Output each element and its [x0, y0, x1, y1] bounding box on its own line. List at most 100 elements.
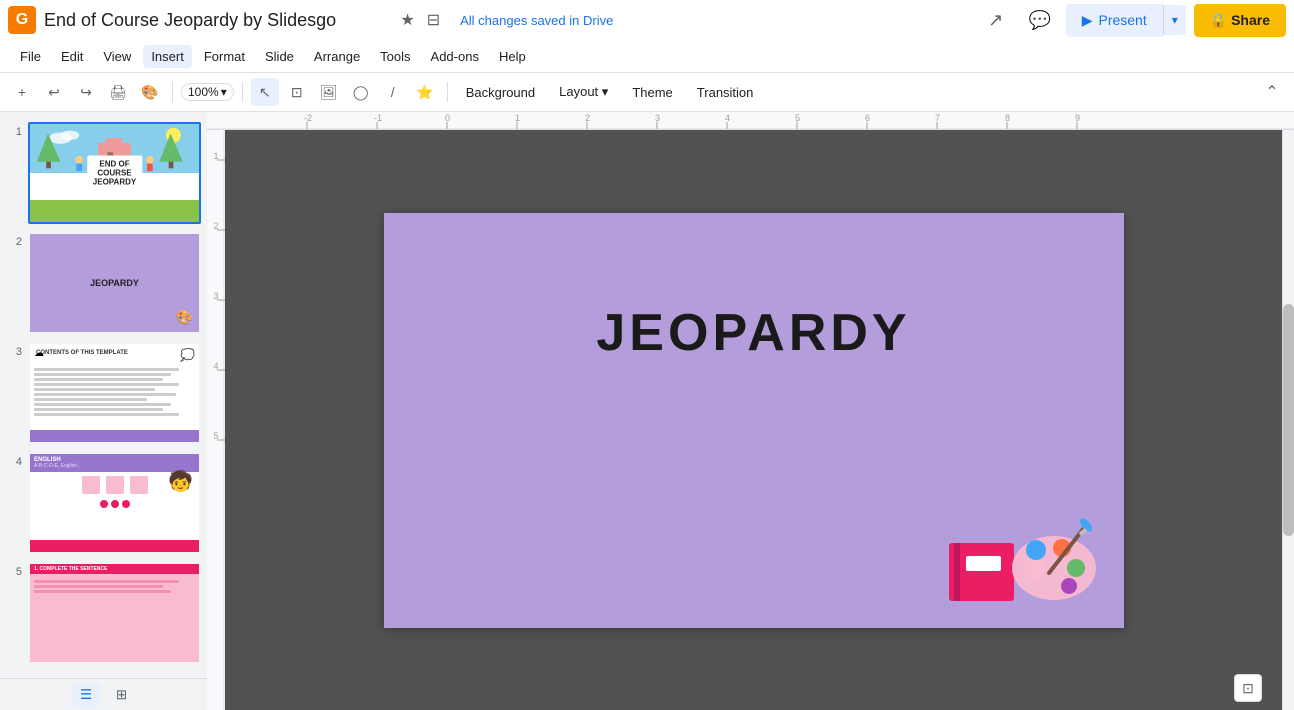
toolbar: + ↩ ↪ 🖨 🎨 100% ▾ ↖ ⊡ 🖼 ◯ / ⭐ Background … — [0, 72, 1294, 112]
menu-slide[interactable]: Slide — [257, 45, 302, 68]
present-btn-group: ▶ Present ▾ — [1066, 4, 1186, 37]
print-button[interactable]: 🖨 — [104, 78, 132, 106]
right-scrollbar[interactable] — [1282, 130, 1294, 710]
slide-canvas[interactable]: JEOPARDY — [384, 213, 1124, 628]
star-insert-button[interactable]: ⭐ — [411, 78, 439, 106]
slideshow-icon: ▶ — [1082, 12, 1093, 29]
present-label: Present — [1098, 12, 1146, 28]
toolbar-divider-2 — [242, 82, 243, 102]
svg-text:3: 3 — [655, 113, 660, 123]
share-button[interactable]: 🔒 Share — [1194, 4, 1286, 37]
slide2-thumb-title: JEOPARDY — [90, 278, 139, 288]
slide-item-3[interactable]: 3 CONTENTS OF THIS TEMPLATE 💭 ☁ — [4, 340, 203, 446]
menu-edit[interactable]: Edit — [53, 45, 91, 68]
slide-item-4[interactable]: 4 ENGLISH A-B-C-D-E, English... — [4, 450, 203, 556]
slide-list: 1 — [0, 112, 207, 678]
slide-thumb-5[interactable]: 1. COMPLETE THE SENTENCE — [28, 562, 201, 664]
image-button[interactable]: 🖼 — [315, 78, 343, 106]
svg-text:2: 2 — [213, 221, 218, 231]
transition-button[interactable]: Transition — [687, 81, 764, 104]
slide-number-2: 2 — [6, 236, 22, 248]
slide-main-title[interactable]: JEOPARDY — [596, 303, 910, 363]
menu-tools[interactable]: Tools — [372, 45, 418, 68]
zoom-control[interactable]: 100% ▾ — [181, 83, 234, 101]
zoom-value: 100% — [188, 85, 219, 99]
list-view-button[interactable]: ☰ — [72, 683, 100, 707]
header-right: ↗ 💬 ▶ Present ▾ 🔒 Share — [978, 2, 1286, 38]
present-dropdown-button[interactable]: ▾ — [1163, 5, 1186, 35]
art-decoration — [944, 508, 1104, 608]
layout-label: Layout — [559, 84, 598, 99]
activity-button[interactable]: ↗ — [978, 2, 1014, 38]
center-area: -2 -1 0 1 2 3 4 5 6 7 8 — [207, 112, 1294, 710]
slide-number-4: 4 — [6, 456, 22, 468]
textbox-button[interactable]: ⊡ — [283, 78, 311, 106]
slide1-title-text: END OFCOURSEJEOPARDY — [87, 156, 142, 191]
svg-text:7: 7 — [935, 113, 940, 123]
slide-item-2[interactable]: 2 JEOPARDY 🎨 — [4, 230, 203, 336]
layout-arrow-icon: ▾ — [602, 84, 609, 99]
svg-text:8: 8 — [1005, 113, 1010, 123]
cursor-tool-button[interactable]: ↖ — [251, 78, 279, 106]
svg-text:3: 3 — [213, 291, 218, 301]
menu-bar: File Edit View Insert Format Slide Arran… — [0, 40, 1294, 72]
svg-text:1: 1 — [515, 113, 520, 123]
autosave-text[interactable]: All changes saved in Drive — [460, 13, 613, 28]
svg-text:6: 6 — [865, 113, 870, 123]
shapes-button[interactable]: ◯ — [347, 78, 375, 106]
slide-item-5[interactable]: 5 1. COMPLETE THE SENTENCE — [4, 560, 203, 666]
svg-text:5: 5 — [795, 113, 800, 123]
app-logo: G — [8, 6, 36, 34]
layout-button[interactable]: Layout ▾ — [549, 80, 618, 104]
zoom-dropdown-icon: ▾ — [221, 85, 227, 99]
slide-number-1: 1 — [6, 126, 22, 138]
menu-arrange[interactable]: Arrange — [306, 45, 368, 68]
slide-thumb-2[interactable]: JEOPARDY 🎨 — [28, 232, 201, 334]
svg-text:4: 4 — [725, 113, 730, 123]
svg-text:2: 2 — [585, 113, 590, 123]
svg-text:4: 4 — [213, 361, 218, 371]
line-button[interactable]: / — [379, 78, 407, 106]
menu-insert[interactable]: Insert — [143, 45, 192, 68]
svg-text:1: 1 — [213, 151, 218, 161]
svg-text:0: 0 — [445, 113, 450, 123]
folder-icon[interactable]: ⊟ — [427, 10, 440, 30]
slide-work-area: 1 2 3 4 5 JEOPARDY — [207, 130, 1294, 710]
svg-text:-1: -1 — [374, 113, 382, 123]
menu-help[interactable]: Help — [491, 45, 534, 68]
background-button[interactable]: Background — [456, 81, 545, 104]
collapse-toolbar-button[interactable]: ⌃ — [1258, 78, 1286, 106]
slide-container[interactable]: JEOPARDY — [225, 130, 1282, 710]
grid-view-button[interactable]: ⊞ — [108, 683, 135, 707]
title-icons: ★ ⊟ — [400, 10, 440, 30]
slide-thumb-3[interactable]: CONTENTS OF THIS TEMPLATE 💭 ☁ — [28, 342, 201, 444]
comments-button[interactable]: 💬 — [1022, 2, 1058, 38]
doc-title[interactable]: End of Course Jeopardy by Slidesgo — [44, 10, 392, 31]
slide-view-toggle: ☰ ⊞ — [0, 678, 207, 710]
menu-addons[interactable]: Add-ons — [423, 45, 487, 68]
slide-thumb-4[interactable]: ENGLISH A-B-C-D-E, English... 🧒 — [28, 452, 201, 554]
menu-view[interactable]: View — [95, 45, 139, 68]
toolbar-divider-1 — [172, 82, 173, 102]
main-body: 1 — [0, 112, 1294, 710]
horizontal-ruler: -2 -1 0 1 2 3 4 5 6 7 8 — [207, 112, 1294, 130]
paint-format-button[interactable]: 🎨 — [136, 78, 164, 106]
menu-format[interactable]: Format — [196, 45, 253, 68]
star-icon[interactable]: ★ — [400, 10, 414, 30]
vertical-ruler: 1 2 3 4 5 — [207, 130, 225, 710]
slide-number-5: 5 — [6, 566, 22, 578]
title-bar: G End of Course Jeopardy by Slidesgo ★ ⊟… — [0, 0, 1294, 40]
slide-item-1[interactable]: 1 — [4, 120, 203, 226]
slide-thumb-1[interactable]: END OFCOURSEJEOPARDY — [28, 122, 201, 224]
theme-button[interactable]: Theme — [622, 81, 682, 104]
redo-button[interactable]: ↪ — [72, 78, 100, 106]
svg-text:5: 5 — [213, 431, 218, 441]
menu-file[interactable]: File — [12, 45, 49, 68]
present-button[interactable]: ▶ Present — [1066, 4, 1163, 37]
slide-number-3: 3 — [6, 346, 22, 358]
undo-button[interactable]: ↩ — [40, 78, 68, 106]
svg-text:9: 9 — [1075, 113, 1080, 123]
svg-text:-2: -2 — [304, 113, 312, 123]
fit-screen-button[interactable]: ⊡ — [1234, 674, 1262, 702]
add-slide-button[interactable]: + — [8, 78, 36, 106]
